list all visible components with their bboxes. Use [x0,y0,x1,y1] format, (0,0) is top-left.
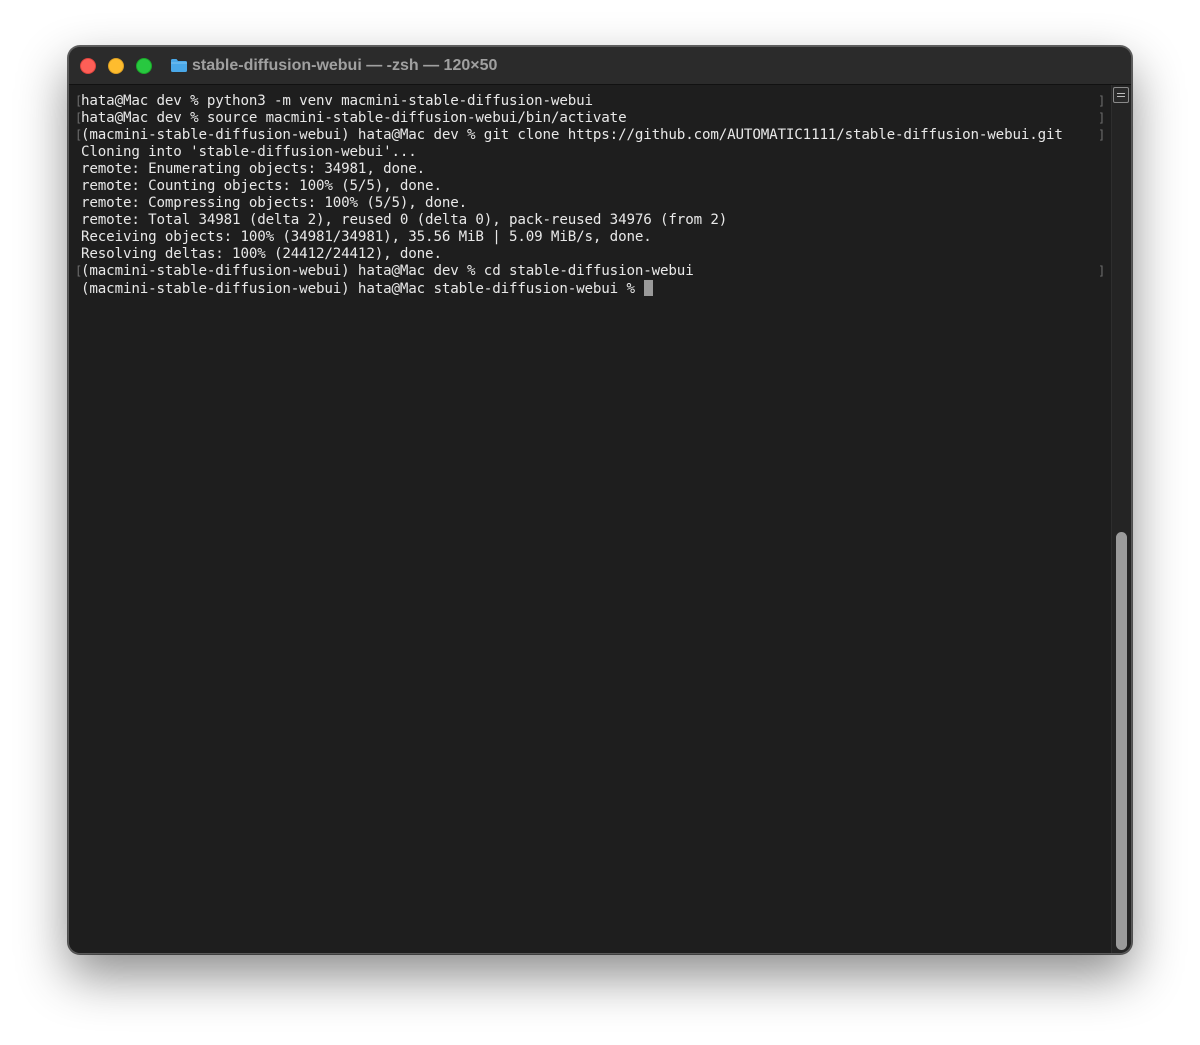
line-bracket-close: ] [1098,264,1106,278]
terminal-line: [ (macmini-stable-diffusion-webui) hata@… [69,263,1111,280]
output-text: remote: Enumerating objects: 34981, done… [81,161,426,177]
terminal-output[interactable]: [ hata@Mac dev % python3 -m venv macmini… [69,85,1111,953]
split-pane-icon[interactable] [1113,87,1129,103]
line-bracket-close: ] [1098,111,1106,125]
command-text: hata@Mac dev % python3 -m venv macmini-s… [81,93,593,109]
terminal-line: Resolving deltas: 100% (24412/24412), do… [69,246,1111,263]
command-text: hata@Mac dev % source macmini-stable-dif… [81,110,627,126]
scrollbar-thumb[interactable] [1116,532,1127,950]
command-text: (macmini-stable-diffusion-webui) hata@Ma… [81,127,1063,143]
terminal-line: remote: Counting objects: 100% (5/5), do… [69,178,1111,195]
close-button[interactable] [80,58,96,74]
folder-icon [171,59,187,72]
minimize-button[interactable] [108,58,124,74]
output-text: Resolving deltas: 100% (24412/24412), do… [81,246,442,262]
window-title: stable-diffusion-webui — -zsh — 120×50 [192,57,498,74]
output-text: remote: Compressing objects: 100% (5/5),… [81,195,468,211]
command-text: (macmini-stable-diffusion-webui) hata@Ma… [81,263,694,279]
line-bracket-close: ] [1098,94,1106,108]
terminal-line: [ (macmini-stable-diffusion-webui) hata@… [69,127,1111,144]
zoom-button[interactable] [136,58,152,74]
terminal-line: remote: Compressing objects: 100% (5/5),… [69,195,1111,212]
terminal-line: [ hata@Mac dev % python3 -m venv macmini… [69,93,1111,110]
terminal-line: remote: Enumerating objects: 34981, done… [69,161,1111,178]
terminal-line: (macmini-stable-diffusion-webui) hata@Ma… [69,280,1111,297]
terminal-line: remote: Total 34981 (delta 2), reused 0 … [69,212,1111,229]
output-text: remote: Counting objects: 100% (5/5), do… [81,178,442,194]
title-bar[interactable]: stable-diffusion-webui — -zsh — 120×50 [69,47,1131,85]
output-text: Cloning into 'stable-diffusion-webui'... [81,144,417,160]
line-bracket-close: ] [1098,128,1106,142]
output-text: remote: Total 34981 (delta 2), reused 0 … [81,212,728,228]
prompt-text: (macmini-stable-diffusion-webui) hata@Ma… [81,281,644,297]
text-cursor [644,280,654,296]
terminal-line: Receiving objects: 100% (34981/34981), 3… [69,229,1111,246]
output-text: Receiving objects: 100% (34981/34981), 3… [81,229,652,245]
terminal-window: stable-diffusion-webui — -zsh — 120×50 [… [68,46,1132,954]
terminal-line: Cloning into 'stable-diffusion-webui'... [69,144,1111,161]
terminal-line: [ hata@Mac dev % source macmini-stable-d… [69,110,1111,127]
prompt-line[interactable]: (macmini-stable-diffusion-webui) hata@Ma… [81,280,654,298]
